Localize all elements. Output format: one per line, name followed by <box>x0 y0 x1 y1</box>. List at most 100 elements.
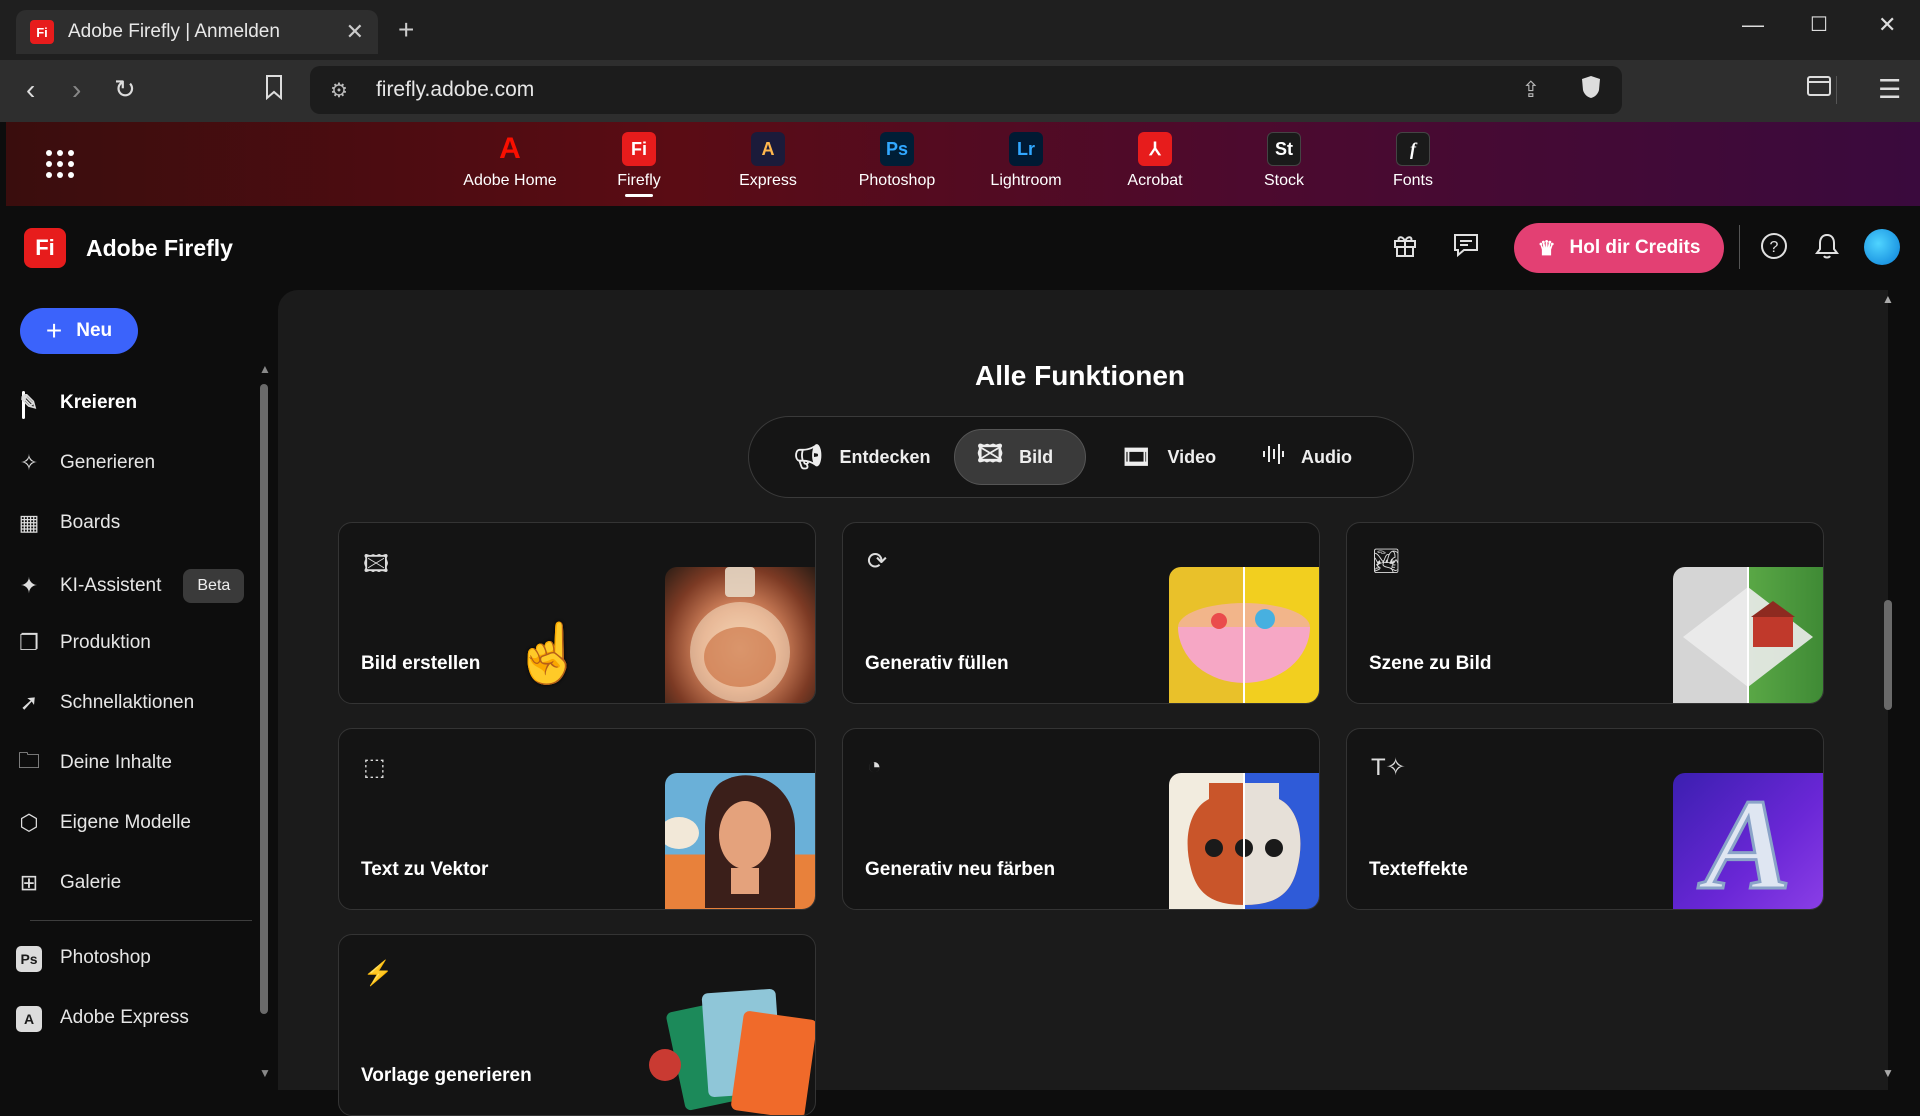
card-label: Szene zu Bild <box>1369 653 1492 674</box>
toolbar-divider <box>1836 76 1837 104</box>
scrollbar-thumb[interactable] <box>260 384 268 1014</box>
app-fonts[interactable]: f Fonts <box>1358 132 1468 190</box>
app-label: Stock <box>1263 172 1304 189</box>
credits-label: Hol dir Credits <box>1569 237 1701 258</box>
main-panel: Alle Funktionen 📢︎ Entdecken 🖾 Bild 🎞︎ V… <box>278 290 1888 1116</box>
app-label: Lightroom <box>990 172 1062 189</box>
text-effects-icon: T✧ <box>1371 754 1406 781</box>
avatar[interactable] <box>1864 229 1900 265</box>
back-icon[interactable]: ‹ <box>26 74 35 106</box>
app-stock[interactable]: St Stock <box>1229 132 1339 190</box>
folder-icon: 🗀 <box>17 748 40 773</box>
forward-icon[interactable]: › <box>72 74 81 106</box>
models-icon: ⬡ <box>19 810 39 835</box>
card-label: Generativ füllen <box>865 653 1009 674</box>
app-label: Acrobat <box>1127 172 1183 189</box>
vector-icon: ⬚ <box>363 754 386 781</box>
sidebar-item-label: KI-Assistent <box>60 575 162 596</box>
maximize-icon[interactable]: ☐ <box>1810 12 1828 37</box>
sidebar-item-label: Schnellaktionen <box>60 692 195 713</box>
vase-thumbnail <box>1169 773 1319 909</box>
filter-entdecken[interactable]: 📢︎ Entdecken <box>771 429 953 485</box>
feature-card-generativ-fuellen[interactable]: ⟳ Generativ füllen <box>842 522 1320 704</box>
notifications-bell-icon[interactable] <box>1814 232 1840 267</box>
filter-bild[interactable]: 🖾 Bild <box>954 429 1086 485</box>
adobe-app-switcher-bar: A Adobe Home Fi Firefly A Express Ps Pho… <box>6 122 1920 206</box>
perfume-thumbnail <box>665 567 815 703</box>
app-grid-icon[interactable] <box>46 150 74 178</box>
express-icon: A <box>751 132 785 166</box>
bookmark-icon[interactable] <box>264 74 284 107</box>
reload-icon[interactable]: ↻ <box>114 74 136 105</box>
posters-thumbnail <box>645 965 815 1115</box>
brand-name: Adobe Firefly <box>86 234 233 261</box>
sidebar-item-deine-inhalte[interactable]: 🗀 Deine Inhalte <box>16 743 172 783</box>
feature-card-vorlage-generieren[interactable]: ⚡ Vorlage generieren <box>338 934 816 1116</box>
app-label: Express <box>739 172 797 189</box>
tab-title: Adobe Firefly | Anmelden <box>68 21 280 42</box>
app-photoshop[interactable]: Ps Photoshop <box>842 132 952 190</box>
app-acrobat[interactable]: ⅄ Acrobat <box>1100 132 1210 190</box>
address-bar[interactable]: ⚙ firefly.adobe.com ⇪ <box>310 66 1622 114</box>
brave-shield-icon[interactable] <box>1580 75 1602 105</box>
firefly-icon: Fi <box>622 132 656 166</box>
recolor-icon: ◔ <box>867 753 882 780</box>
sidebar-divider <box>30 920 252 921</box>
app-express[interactable]: A Express <box>713 132 823 190</box>
filter-audio[interactable]: Audio <box>1239 429 1374 485</box>
sidebar-item-ki-assistent[interactable]: ✦ KI-Assistent Beta <box>16 566 245 606</box>
sidebar-item-label: Photoshop <box>60 947 151 968</box>
app-firefly[interactable]: Fi Firefly <box>584 132 694 197</box>
share-icon[interactable]: ⇪ <box>1522 77 1540 103</box>
sidebar-scrollbar[interactable]: ▲ ▼ <box>258 362 271 1080</box>
film-icon: 🎞︎ <box>1121 443 1152 471</box>
scrollbar-thumb[interactable] <box>1884 600 1892 710</box>
feature-card-szene-zu-bild[interactable]: 🏞︎ Szene zu Bild <box>1346 522 1824 704</box>
quick-actions-icon: ➚ <box>19 690 39 715</box>
app-label: Photoshop <box>858 172 936 189</box>
window-close-icon[interactable]: ✕ <box>1878 12 1896 38</box>
feature-card-texteffekte[interactable]: T✧ Texteffekte A <box>1346 728 1824 910</box>
sidebar-item-generieren[interactable]: ✧ Generieren <box>16 443 155 483</box>
sidebar-item-produktion[interactable]: ❐ Produktion <box>16 623 151 663</box>
menu-icon[interactable]: ☰ <box>1878 74 1901 105</box>
filter-label: Bild <box>1019 446 1054 467</box>
barn-scene-thumbnail <box>1673 567 1823 703</box>
new-button[interactable]: + Neu <box>20 308 138 354</box>
scene-image-icon: 🏞︎ <box>1371 548 1402 575</box>
photoshop-icon: Ps <box>880 132 914 166</box>
sidebar-item-label: Galerie <box>60 872 122 893</box>
sidebar-item-eigene-modelle[interactable]: ⬡ Eigene Modelle <box>16 803 191 843</box>
brand[interactable]: Fi Adobe Firefly <box>24 228 233 268</box>
boards-icon: ▦ <box>18 510 40 535</box>
feature-card-generativ-neu-faerben[interactable]: ◔ Generativ neu färben <box>842 728 1320 910</box>
sidebar-item-label: Kreieren <box>60 392 138 413</box>
generate-icon: ✧ <box>19 450 39 475</box>
stock-icon: St <box>1267 132 1301 166</box>
sidebar-item-galerie[interactable]: ⊞ Galerie <box>16 863 121 903</box>
site-settings-icon[interactable]: ⚙ <box>330 78 348 103</box>
app-lightroom[interactable]: Lr Lightroom <box>971 132 1081 190</box>
sidebar-app-photoshop[interactable]: Ps Photoshop <box>16 938 151 978</box>
sidebar-item-schnellaktionen[interactable]: ➚ Schnellaktionen <box>16 683 194 723</box>
filter-label: Entdecken <box>839 446 931 467</box>
sidebar-item-boards[interactable]: ▦ Boards <box>16 503 121 543</box>
help-icon[interactable]: ? <box>1760 232 1788 267</box>
main-scrollbar[interactable]: ▲ ▼ <box>1880 290 1896 1080</box>
reader-mode-icon[interactable] <box>1806 74 1832 105</box>
svg-text:?: ? <box>1770 239 1779 256</box>
get-credits-button[interactable]: ♛ Hol dir Credits <box>1514 223 1724 273</box>
feature-card-text-zu-vektor[interactable]: ⬚ Text zu Vektor <box>338 728 816 910</box>
browser-tab[interactable]: Fi Adobe Firefly | Anmelden ✕ <box>16 10 378 54</box>
gift-icon[interactable] <box>1392 232 1418 265</box>
template-icon: ⚡ <box>363 960 393 987</box>
sidebar-app-adobe-express[interactable]: A Adobe Express <box>16 998 189 1038</box>
app-adobe-home[interactable]: A Adobe Home <box>455 132 565 190</box>
express-icon: A <box>16 1006 42 1032</box>
close-tab-icon[interactable]: ✕ <box>346 19 364 45</box>
minimize-icon[interactable]: — <box>1742 12 1764 38</box>
feedback-icon[interactable] <box>1452 232 1480 265</box>
new-tab-button[interactable]: + <box>398 14 414 46</box>
filter-video[interactable]: 🎞︎ Video <box>1099 429 1238 485</box>
sidebar-item-kreieren[interactable]: ✎ Kreieren <box>16 383 137 423</box>
